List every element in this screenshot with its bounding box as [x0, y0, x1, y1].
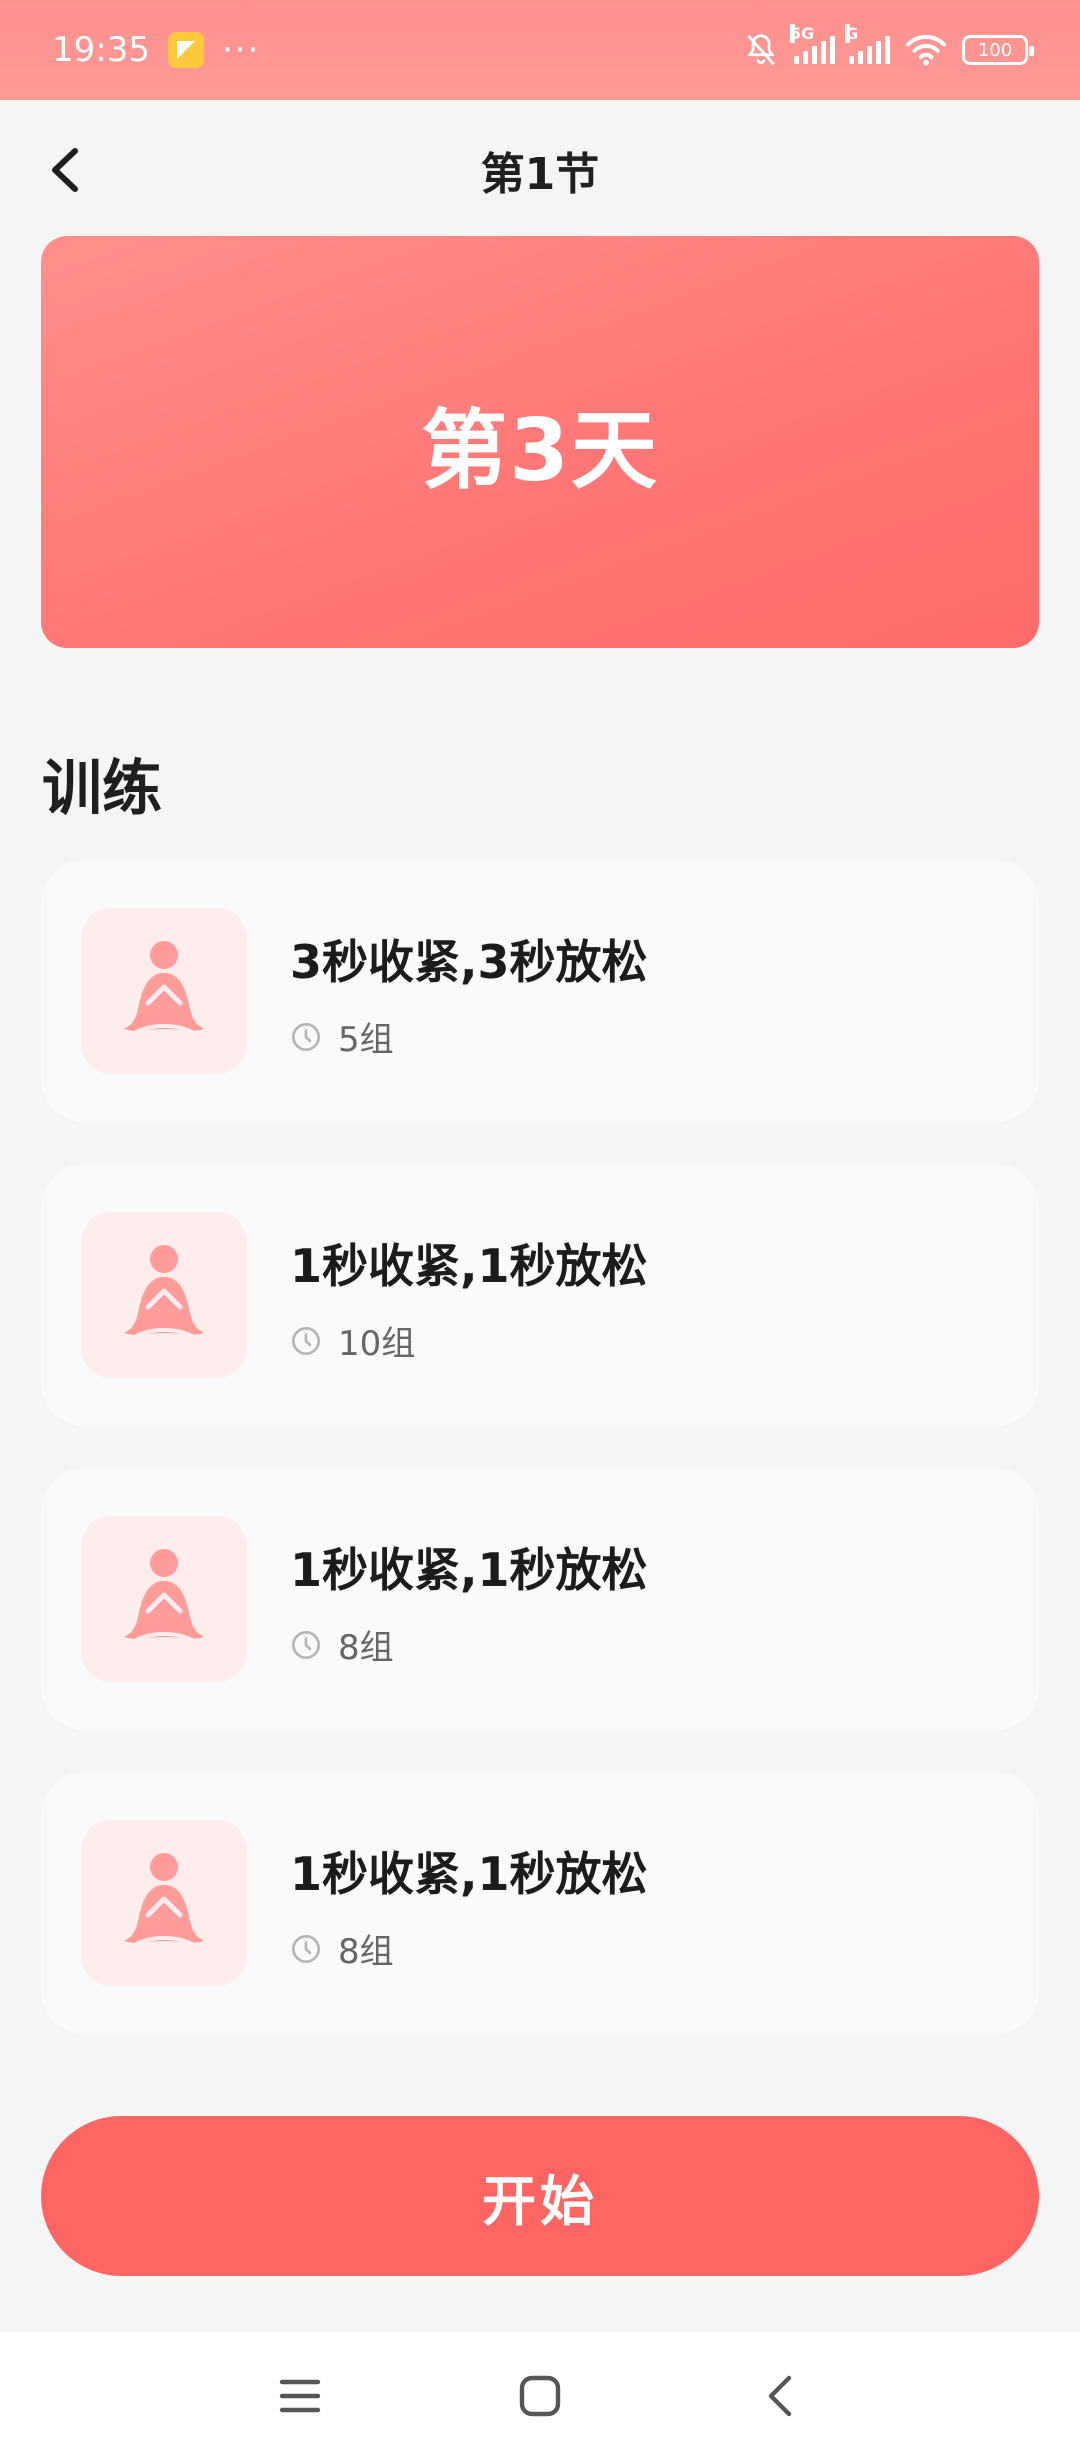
- exercise-sets: 8组: [338, 1932, 394, 1972]
- status-time: 19:35: [52, 30, 150, 70]
- exercise-sets: 5组: [338, 1020, 394, 1060]
- wifi-icon: [906, 35, 946, 66]
- exercise-thumbnail: [81, 1820, 247, 1986]
- status-bar: 19:35 ··· 5G G 100: [0, 0, 1080, 100]
- section-title: 训练: [42, 754, 162, 824]
- clock-icon: [292, 1022, 320, 1051]
- signal-type-label: 5G: [790, 24, 815, 43]
- system-nav-bar: [0, 2332, 1080, 2460]
- recent-apps-button[interactable]: [180, 2356, 420, 2436]
- exercise-thumbnail: [81, 908, 247, 1074]
- signal-strength-icon-2: G: [845, 24, 890, 64]
- exercise-sets: 8组: [338, 1628, 394, 1668]
- exercise-card[interactable]: 1秒收紧,1秒放松 8组: [41, 1468, 1039, 1730]
- exercise-meta: 8组: [290, 1924, 394, 1973]
- signal-strength-icon: 5G: [790, 24, 835, 64]
- exercise-meta: 8组: [290, 1620, 394, 1669]
- exercise-meta: 5组: [290, 1012, 394, 1061]
- menu-icon: [279, 2379, 321, 2413]
- home-button[interactable]: [420, 2356, 660, 2436]
- exercise-card[interactable]: 3秒收紧,3秒放松 5组: [41, 860, 1039, 1122]
- exercise-title: 1秒收紧,1秒放松: [290, 1239, 648, 1293]
- start-button[interactable]: 开始: [41, 2116, 1039, 2276]
- notification-app-icon: [167, 32, 204, 68]
- meditation-pose-icon: [124, 1549, 204, 1645]
- exercise-title: 3秒收紧,3秒放松: [290, 935, 648, 989]
- exercise-title: 1秒收紧,1秒放松: [290, 1543, 648, 1597]
- battery-level: 100: [977, 39, 1013, 61]
- status-right: 5G G 100: [742, 24, 1034, 69]
- page-title: 第1节: [480, 149, 600, 200]
- battery-icon: 100: [962, 35, 1034, 65]
- system-back-button[interactable]: [660, 2356, 900, 2436]
- meditation-pose-icon: [124, 1245, 204, 1341]
- exercise-thumbnail: [81, 1516, 247, 1682]
- meditation-pose-icon: [124, 941, 204, 1037]
- back-triangle-icon: [768, 2375, 792, 2417]
- exercise-card[interactable]: 1秒收紧,1秒放松 10组: [41, 1164, 1039, 1426]
- signal-type-label-2: G: [845, 24, 859, 43]
- clock-icon: [292, 1630, 320, 1659]
- day-banner: 第3天: [41, 236, 1039, 648]
- clock-icon: [292, 1934, 320, 1963]
- exercise-list: 3秒收紧,3秒放松 5组 1秒收紧,1秒放松 10组 1秒收紧,1秒放松 8组 …: [41, 860, 1039, 2076]
- mute-bell-icon: [747, 34, 775, 66]
- exercise-thumbnail: [81, 1212, 247, 1378]
- more-notifications-icon: ···: [221, 30, 261, 70]
- top-nav: 第1节: [0, 100, 1080, 240]
- meditation-pose-icon: [124, 1853, 204, 1949]
- clock-icon: [292, 1326, 320, 1355]
- exercise-card[interactable]: 1秒收紧,1秒放松 8组: [41, 1772, 1039, 2034]
- day-title: 第3天: [421, 400, 659, 501]
- back-button[interactable]: [34, 140, 94, 200]
- status-left: 19:35 ···: [52, 30, 260, 70]
- home-square-icon: [519, 2375, 561, 2417]
- exercise-title: 1秒收紧,1秒放松: [290, 1847, 648, 1901]
- exercise-meta: 10组: [290, 1316, 415, 1365]
- chevron-left-icon: [52, 148, 78, 192]
- exercise-sets: 10组: [338, 1324, 416, 1364]
